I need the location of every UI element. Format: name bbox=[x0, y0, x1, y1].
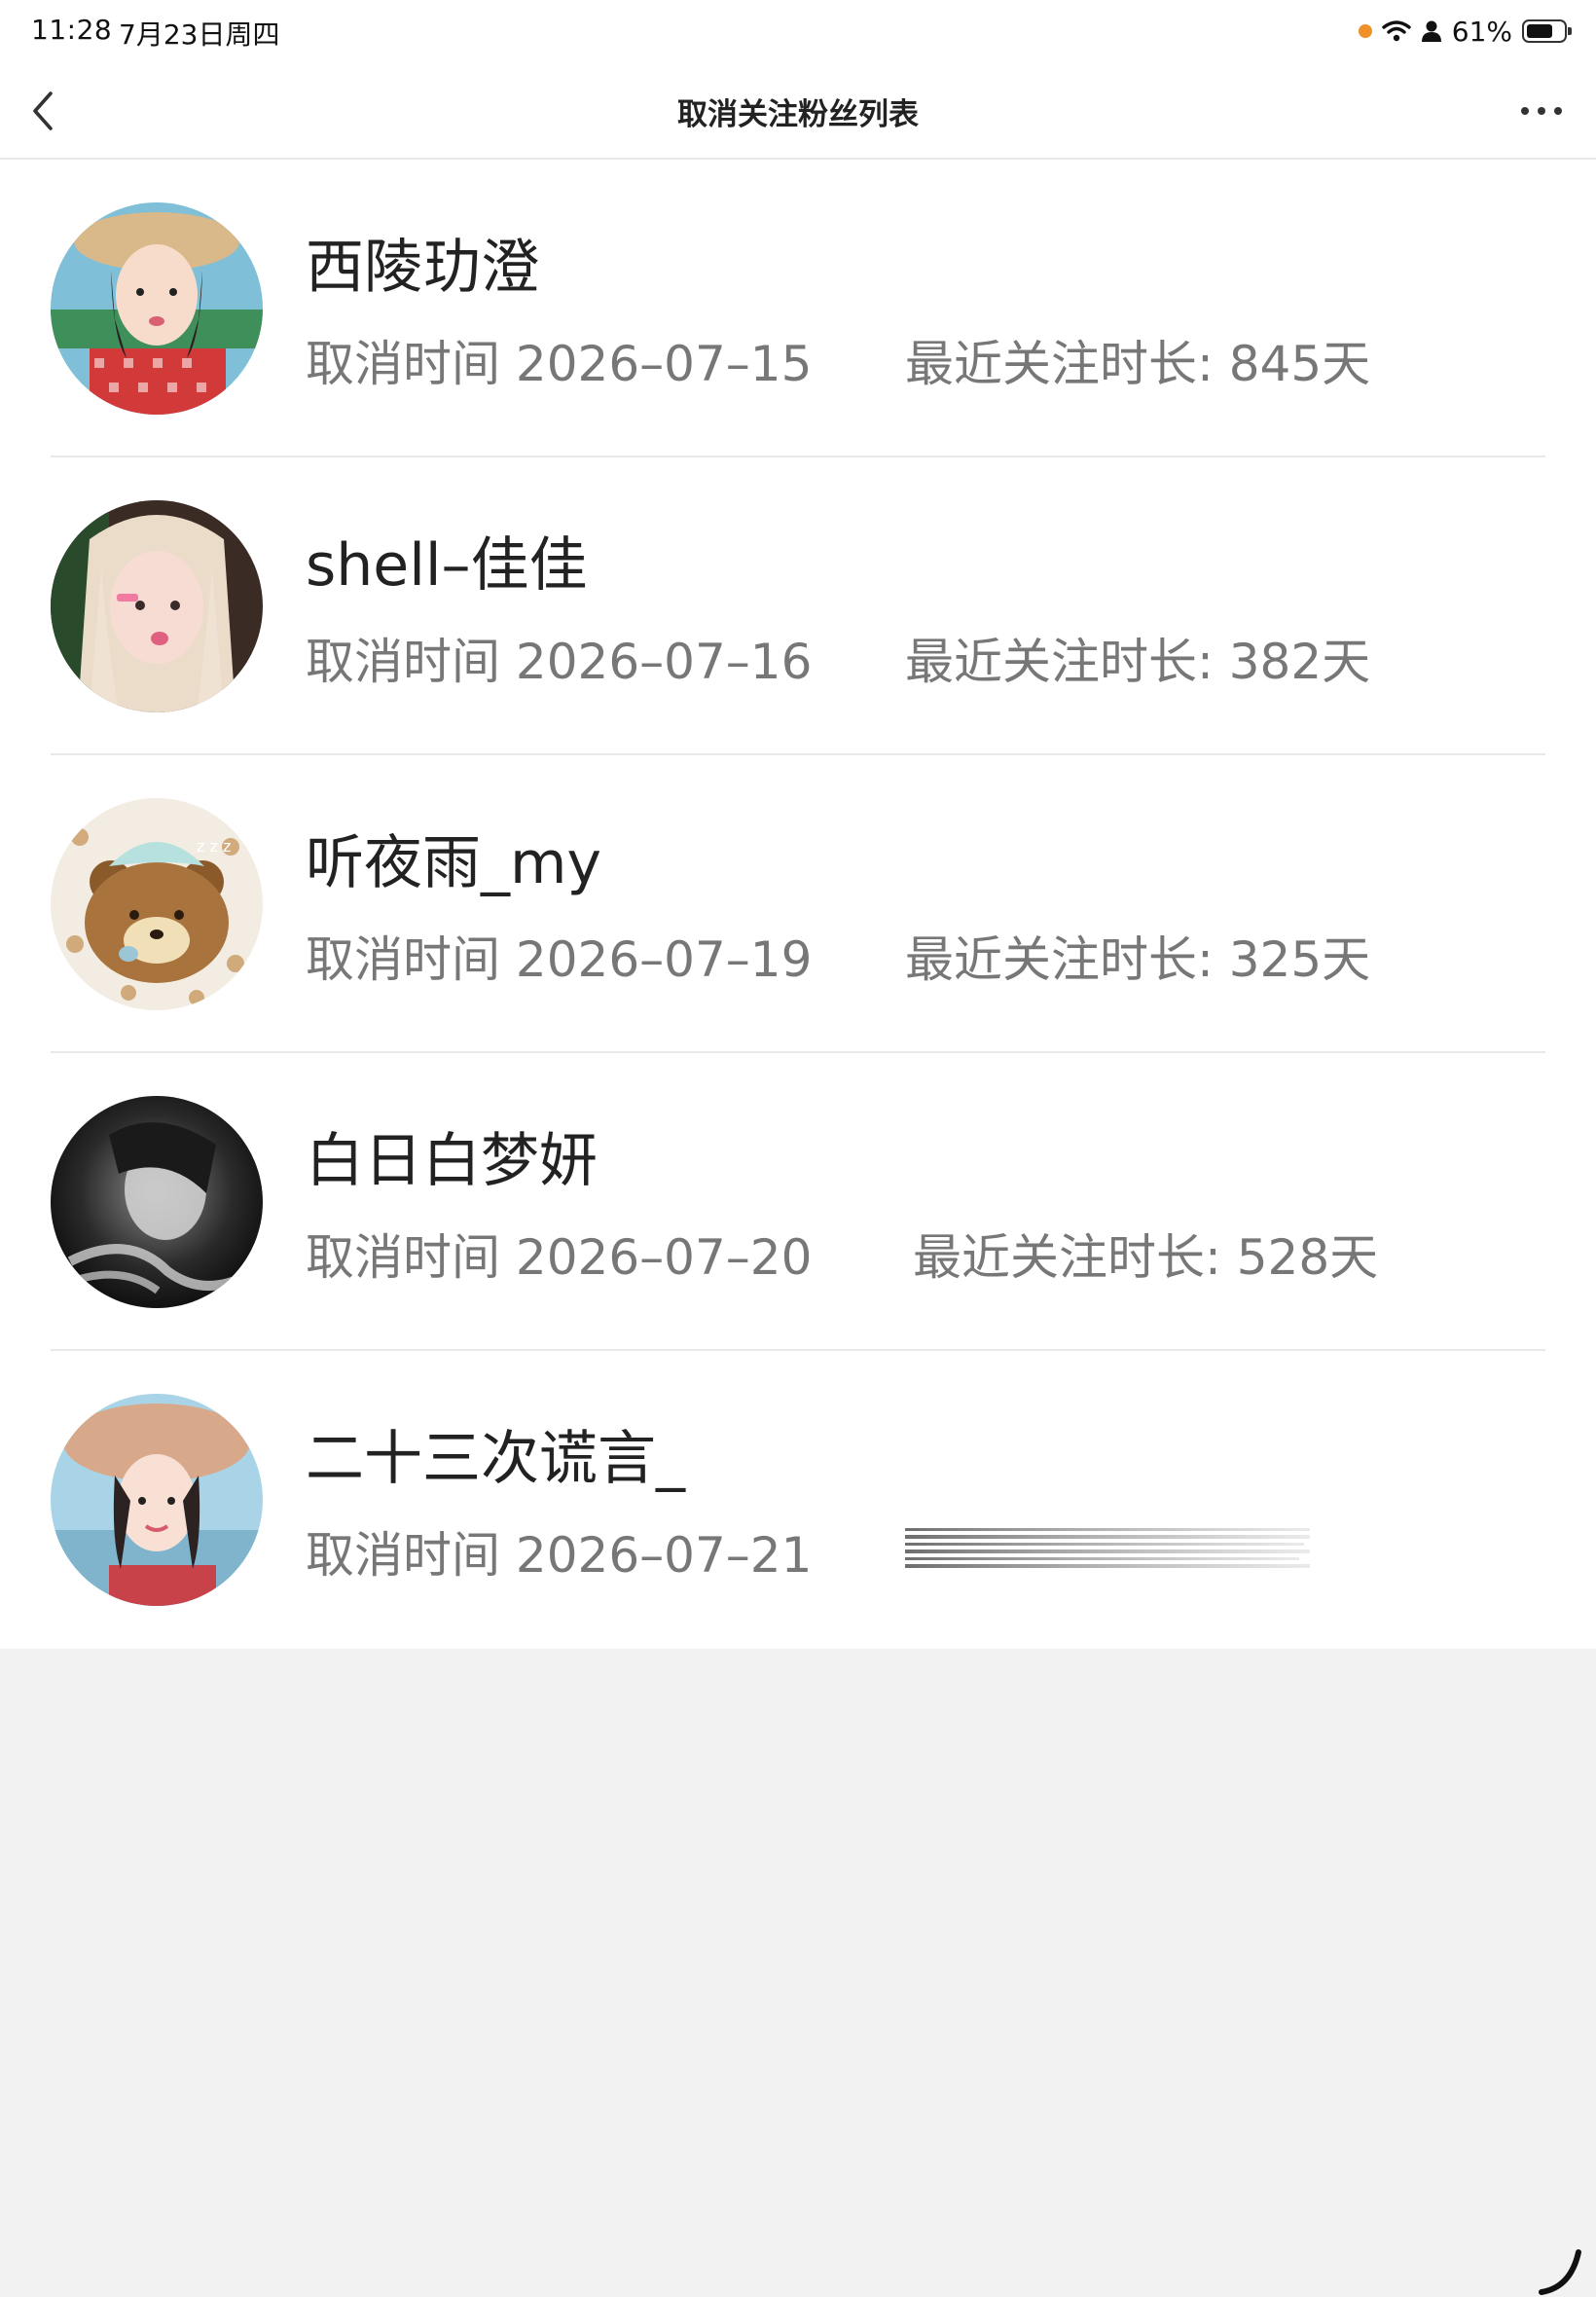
avatar[interactable]: z z z bbox=[51, 798, 263, 1010]
status-bar: 11:28 7月23日周四 61% bbox=[0, 0, 1596, 60]
unfollower-list: 西陵玏澄 取消时间 2026–07–15 最近关注时长: 845天 shell–… bbox=[0, 160, 1596, 1649]
user-name[interactable]: 二十三次谎言_ bbox=[306, 1411, 685, 1496]
follow-duration: 最近关注时长: 325天 bbox=[905, 931, 1371, 988]
list-item[interactable]: 西陵玏澄 取消时间 2026–07–15 最近关注时长: 845天 bbox=[0, 160, 1596, 457]
list-item[interactable]: 二十三次谎言_ 取消时间 2026–07–21 bbox=[0, 1351, 1596, 1649]
follow-duration: 最近关注时长: 382天 bbox=[905, 634, 1371, 690]
avatar[interactable] bbox=[51, 500, 263, 712]
wifi-icon bbox=[1382, 20, 1411, 42]
recording-dot-icon bbox=[1358, 24, 1372, 38]
status-time: 11:28 bbox=[31, 14, 113, 46]
svg-text:z z z: z z z bbox=[197, 837, 231, 856]
cancel-time: 取消时间 2026–07–21 bbox=[306, 1527, 813, 1584]
screen: 11:28 7月23日周四 61% 取消关注粉丝列表 西陵玏澄 取消时间 202… bbox=[0, 0, 1596, 2297]
battery-fill bbox=[1527, 24, 1552, 38]
page-title: 取消关注粉丝列表 bbox=[677, 97, 919, 132]
avatar[interactable] bbox=[51, 202, 263, 415]
list-item[interactable]: shell–佳佳 取消时间 2026–07–16 最近关注时长: 382天 bbox=[0, 457, 1596, 755]
more-button[interactable] bbox=[1510, 82, 1573, 140]
battery-tip bbox=[1568, 27, 1572, 35]
avatar-image bbox=[51, 1394, 263, 1606]
list-item[interactable]: z z z 听夜雨_my 取消时间 2026–07–19 最近关注时长: 325… bbox=[0, 755, 1596, 1053]
person-icon bbox=[1421, 20, 1441, 42]
user-name[interactable]: 听夜雨_my bbox=[306, 816, 601, 900]
list-item[interactable]: 白日白梦妍 取消时间 2026–07–20 最近关注时长: 528天 bbox=[0, 1053, 1596, 1351]
cancel-time: 取消时间 2026–07–15 bbox=[306, 336, 813, 392]
cancel-time: 取消时间 2026–07–19 bbox=[306, 931, 813, 988]
avatar-image bbox=[51, 1096, 263, 1308]
cancel-time: 取消时间 2026–07–20 bbox=[306, 1229, 813, 1286]
avatar-image bbox=[51, 500, 263, 712]
redacted-text bbox=[905, 1528, 1310, 1568]
status-indicators: 61% bbox=[1358, 14, 1572, 49]
follow-duration: 最近关注时长: 845天 bbox=[905, 336, 1371, 392]
avatar-image bbox=[51, 202, 263, 415]
avatar-image: z z z bbox=[51, 798, 263, 1010]
pencil-stroke-icon bbox=[1539, 2249, 1581, 2295]
user-name[interactable]: shell–佳佳 bbox=[306, 518, 588, 602]
more-dot bbox=[1538, 107, 1545, 115]
follow-duration: 最近关注时长: 528天 bbox=[913, 1229, 1379, 1286]
user-name[interactable]: 西陵玏澄 bbox=[306, 220, 539, 305]
status-date: 7月23日周四 bbox=[119, 18, 280, 51]
more-dot bbox=[1521, 107, 1529, 115]
battery-percentage: 61% bbox=[1451, 15, 1512, 48]
nav-bar: 取消关注粉丝列表 bbox=[0, 60, 1596, 160]
more-dot bbox=[1554, 107, 1562, 115]
avatar[interactable] bbox=[51, 1096, 263, 1308]
cancel-time: 取消时间 2026–07–16 bbox=[306, 634, 813, 690]
battery-icon bbox=[1522, 19, 1572, 43]
avatar[interactable] bbox=[51, 1394, 263, 1606]
user-name[interactable]: 白日白梦妍 bbox=[306, 1113, 598, 1198]
